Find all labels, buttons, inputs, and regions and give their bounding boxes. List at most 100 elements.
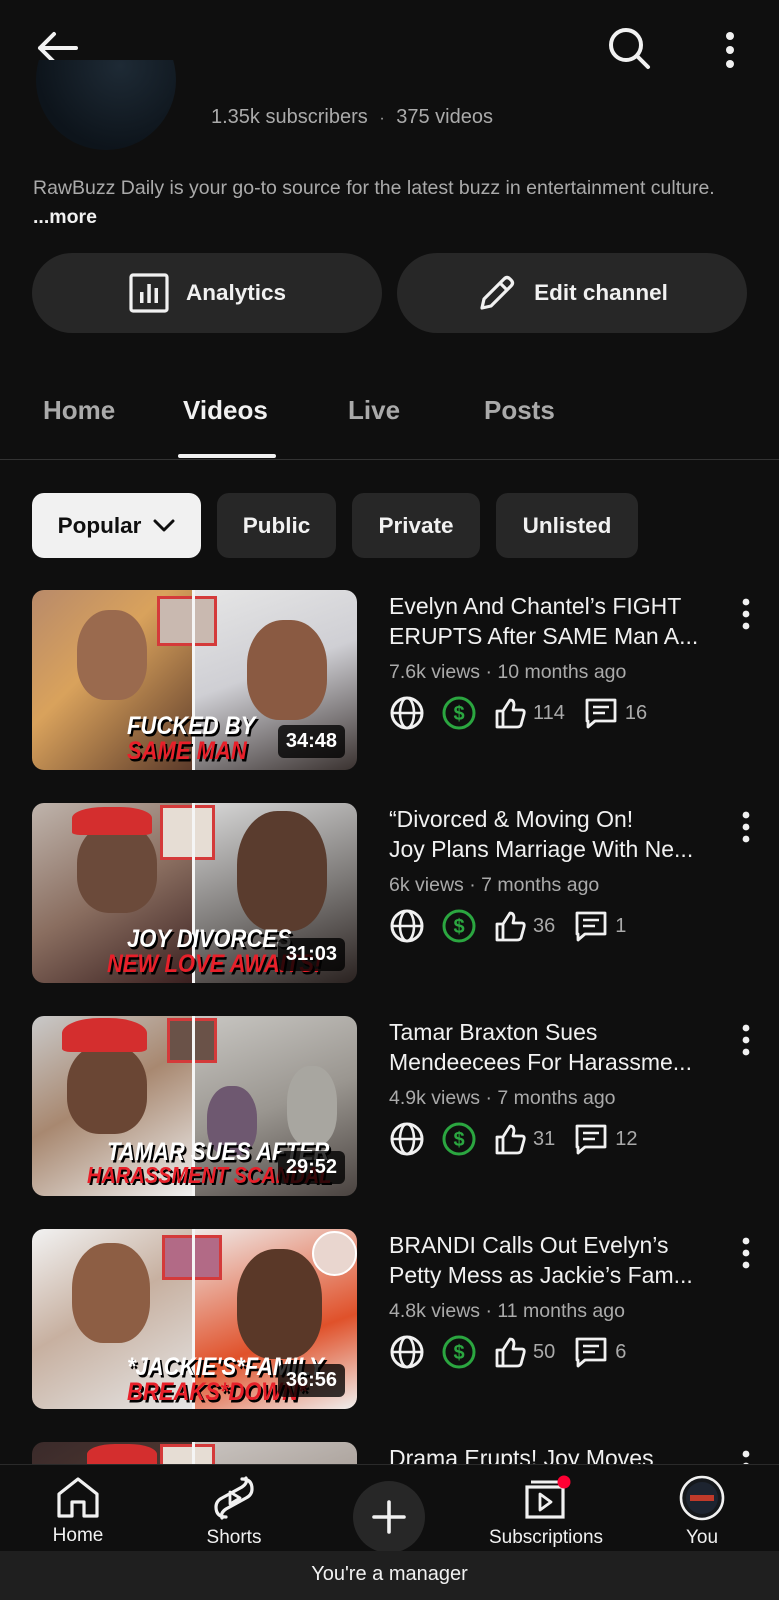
globe-icon <box>389 695 425 731</box>
comment-count: 6 <box>615 1340 627 1363</box>
video-meta: 6k views · 7 months ago <box>389 874 600 896</box>
nav-subscriptions[interactable]: Subscriptions <box>483 1475 609 1549</box>
pencil-icon <box>480 275 515 310</box>
more-link[interactable]: ...more <box>33 206 97 228</box>
like-count: 114 <box>533 701 565 724</box>
video-thumbnail[interactable]: JOY DIVORCES NEW LOVE AWAITS! 31:03 <box>32 803 357 983</box>
video-menu-icon[interactable] <box>736 1235 756 1271</box>
comment-icon <box>573 1121 609 1157</box>
nav-label: Subscriptions <box>488 1527 604 1548</box>
filter-chip-public[interactable]: Public <box>217 493 336 558</box>
video-item[interactable]: TAMAR SUES AFTER HARASSMENT SCANDAL 29:5… <box>0 1016 779 1198</box>
search-icon[interactable] <box>606 24 654 72</box>
analytics-button[interactable]: Analytics <box>32 253 382 333</box>
filter-chip-label: Popular <box>57 512 142 538</box>
video-status-row: $ 114 16 <box>389 693 647 733</box>
video-title-line: Evelyn And Chantel’s FIGHT <box>389 593 682 619</box>
channel-description[interactable]: RawBuzz Daily is your go-to source for t… <box>33 174 733 232</box>
filter-chip-popular[interactable]: Popular <box>32 493 201 558</box>
thumbnail-caption: FUCKED BY <box>127 711 256 740</box>
tab-videos[interactable]: Videos <box>183 395 268 426</box>
video-meta: 4.8k views · 11 months ago <box>389 1300 625 1322</box>
video-title[interactable]: Tamar Braxton Sues Mendeecees For Harass… <box>389 1017 724 1077</box>
video-menu-icon[interactable] <box>736 1022 756 1058</box>
comment-count: 16 <box>624 701 648 724</box>
video-title-line: Tamar Braxton Sues <box>389 1019 598 1045</box>
monetization-icon: $ <box>441 695 477 731</box>
video-count: 375 videos <box>396 106 493 128</box>
duration-badge: 31:03 <box>277 938 345 971</box>
manager-notice-text: You're a manager <box>311 1563 468 1585</box>
analytics-label: Analytics <box>185 280 287 305</box>
video-menu-icon[interactable] <box>736 596 756 632</box>
filter-chip-label: Private <box>378 512 454 538</box>
edit-channel-label: Edit channel <box>534 280 668 305</box>
svg-text:$: $ <box>453 1129 464 1151</box>
profile-avatar-icon <box>679 1475 725 1521</box>
shorts-icon <box>214 1476 254 1520</box>
filter-chip-private[interactable]: Private <box>352 493 480 558</box>
nav-label: Shorts <box>206 1527 262 1548</box>
like-icon <box>493 696 527 730</box>
like-icon <box>493 1122 527 1156</box>
filter-chip-label: Unlisted <box>522 512 612 538</box>
tab-home[interactable]: Home <box>43 395 115 426</box>
more-options-icon[interactable] <box>714 28 746 72</box>
chevron-down-icon <box>153 519 175 531</box>
comment-icon <box>573 908 609 944</box>
video-thumbnail[interactable]: *JACKIE'S*FAMILY BREAKS*DOWN* 36:56 <box>32 1229 357 1409</box>
like-count: 50 <box>533 1340 556 1363</box>
video-meta: 7.6k views · 10 months ago <box>389 661 627 683</box>
channel-avatar[interactable] <box>36 60 176 150</box>
video-item[interactable]: JOY DIVORCES NEW LOVE AWAITS! 31:03 “Div… <box>0 803 779 985</box>
edit-channel-button[interactable]: Edit channel <box>397 253 747 333</box>
video-title-line: ERUPTS After SAME Man A... <box>389 623 699 649</box>
nav-shorts[interactable]: Shorts <box>200 1475 268 1549</box>
svg-text:$: $ <box>453 1342 464 1364</box>
home-icon <box>57 1477 99 1518</box>
video-menu-icon[interactable] <box>736 809 756 845</box>
tab-posts[interactable]: Posts <box>484 395 555 426</box>
like-icon <box>493 1335 527 1369</box>
video-thumbnail[interactable]: FUCKED BY SAME MAN 34:48 <box>32 590 357 770</box>
thumbnail-caption: SAME MAN <box>127 736 247 765</box>
nav-label: Home <box>52 1525 104 1546</box>
video-title-line: Mendeecees For Harassme... <box>389 1049 692 1075</box>
globe-icon <box>389 1121 425 1157</box>
like-icon <box>493 909 527 943</box>
tab-live[interactable]: Live <box>348 395 400 426</box>
stats-separator: · <box>379 110 385 127</box>
filter-chip-unlisted[interactable]: Unlisted <box>496 493 638 558</box>
create-button[interactable] <box>353 1481 425 1553</box>
active-tab-indicator <box>178 454 276 458</box>
svg-text:$: $ <box>453 916 464 938</box>
duration-badge: 36:56 <box>277 1364 345 1397</box>
video-title-line: Petty Mess as Jackie’s Fam... <box>389 1262 693 1288</box>
video-title[interactable]: “Divorced & Moving On! Joy Plans Marriag… <box>389 804 724 864</box>
channel-stats: 1.35k subscribers · 375 videos <box>211 106 493 129</box>
channel-tabs: Home Videos Live Posts <box>0 378 779 460</box>
video-status-row: $ 50 6 <box>389 1332 626 1372</box>
subscriptions-icon <box>525 1475 571 1519</box>
video-thumbnail[interactable]: TAMAR SUES AFTER HARASSMENT SCANDAL 29:5… <box>32 1016 357 1196</box>
video-title[interactable]: Evelyn And Chantel’s FIGHT ERUPTS After … <box>389 591 724 651</box>
comment-icon <box>573 1334 609 1370</box>
nav-you[interactable]: You <box>676 1475 728 1549</box>
nav-home[interactable]: Home <box>50 1475 106 1547</box>
monetization-icon: $ <box>441 1334 477 1370</box>
video-title[interactable]: BRANDI Calls Out Evelyn’s Petty Mess as … <box>389 1230 724 1290</box>
video-item[interactable]: FUCKED BY SAME MAN 34:48 Evelyn And Chan… <box>0 590 779 772</box>
monetization-icon: $ <box>441 1121 477 1157</box>
video-status-row: $ 36 1 <box>389 906 626 946</box>
svg-text:$: $ <box>453 703 464 725</box>
subscriber-count: 1.35k subscribers <box>211 106 368 128</box>
like-count: 31 <box>533 1127 556 1150</box>
comment-count: 1 <box>615 914 627 937</box>
globe-icon <box>389 908 425 944</box>
video-item[interactable]: *JACKIE'S*FAMILY BREAKS*DOWN* 36:56 BRAN… <box>0 1229 779 1411</box>
video-status-row: $ 31 12 <box>389 1119 638 1159</box>
nav-label: You <box>685 1527 719 1548</box>
video-title-line: BRANDI Calls Out Evelyn’s <box>389 1232 669 1258</box>
video-title-line: “Divorced & Moving On! <box>389 806 634 832</box>
analytics-icon <box>129 273 169 313</box>
